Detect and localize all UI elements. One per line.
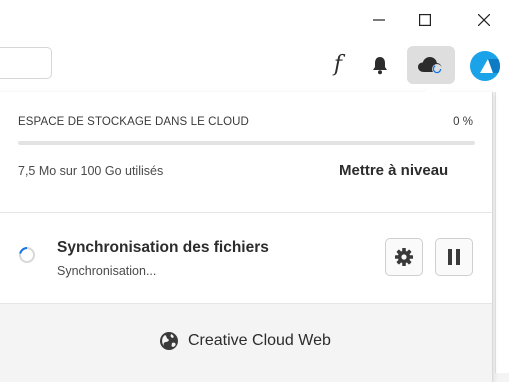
maximize-icon (419, 14, 431, 26)
notifications-button[interactable] (369, 54, 391, 76)
minimize-button[interactable] (356, 0, 402, 40)
gear-icon (395, 248, 413, 266)
minimize-icon (373, 19, 385, 21)
storage-percent: 0 % (453, 116, 473, 128)
storage-used-text: 7,5 Mo sur 100 Go utilisés (18, 164, 164, 178)
cloud-sync-icon (418, 57, 442, 74)
storage-title: ESPACE DE STOCKAGE DANS LE CLOUD (18, 116, 249, 128)
sync-pause-button[interactable] (435, 238, 473, 276)
sync-status: Synchronisation... (57, 264, 157, 278)
creative-cloud-web-label: Creative Cloud Web (188, 332, 331, 349)
sync-settings-button[interactable] (385, 238, 423, 276)
storage-section: ESPACE DE STOCKAGE DANS LE CLOUD 0 % 7,5… (0, 92, 492, 212)
footer: Creative Cloud Web (0, 304, 492, 382)
close-icon (478, 14, 490, 26)
file-sync-section: Synchronisation des fichiers Synchronisa… (0, 213, 492, 303)
close-button[interactable] (461, 0, 507, 40)
avatar[interactable] (470, 51, 500, 81)
background-edge (495, 92, 509, 373)
fonts-button[interactable]: f (326, 52, 350, 78)
creative-cloud-web-link[interactable]: Creative Cloud Web (159, 331, 331, 351)
avatar-icon (480, 59, 500, 73)
pause-icon (448, 249, 460, 265)
search-input[interactable] (0, 47, 52, 79)
bell-icon (373, 57, 387, 75)
cloud-storage-popover: ESPACE DE STOCKAGE DANS LE CLOUD 0 % 7,5… (0, 92, 493, 382)
sync-title: Synchronisation des fichiers (57, 239, 269, 256)
globe-icon (160, 332, 178, 350)
title-bar (0, 0, 509, 40)
popover-caret (424, 84, 442, 93)
sync-spinner-icon (19, 247, 35, 263)
upgrade-button[interactable]: Mettre à niveau (339, 162, 448, 179)
cloud-storage-button[interactable] (407, 46, 455, 84)
storage-progress-bar (18, 141, 475, 145)
maximize-button[interactable] (402, 0, 448, 40)
